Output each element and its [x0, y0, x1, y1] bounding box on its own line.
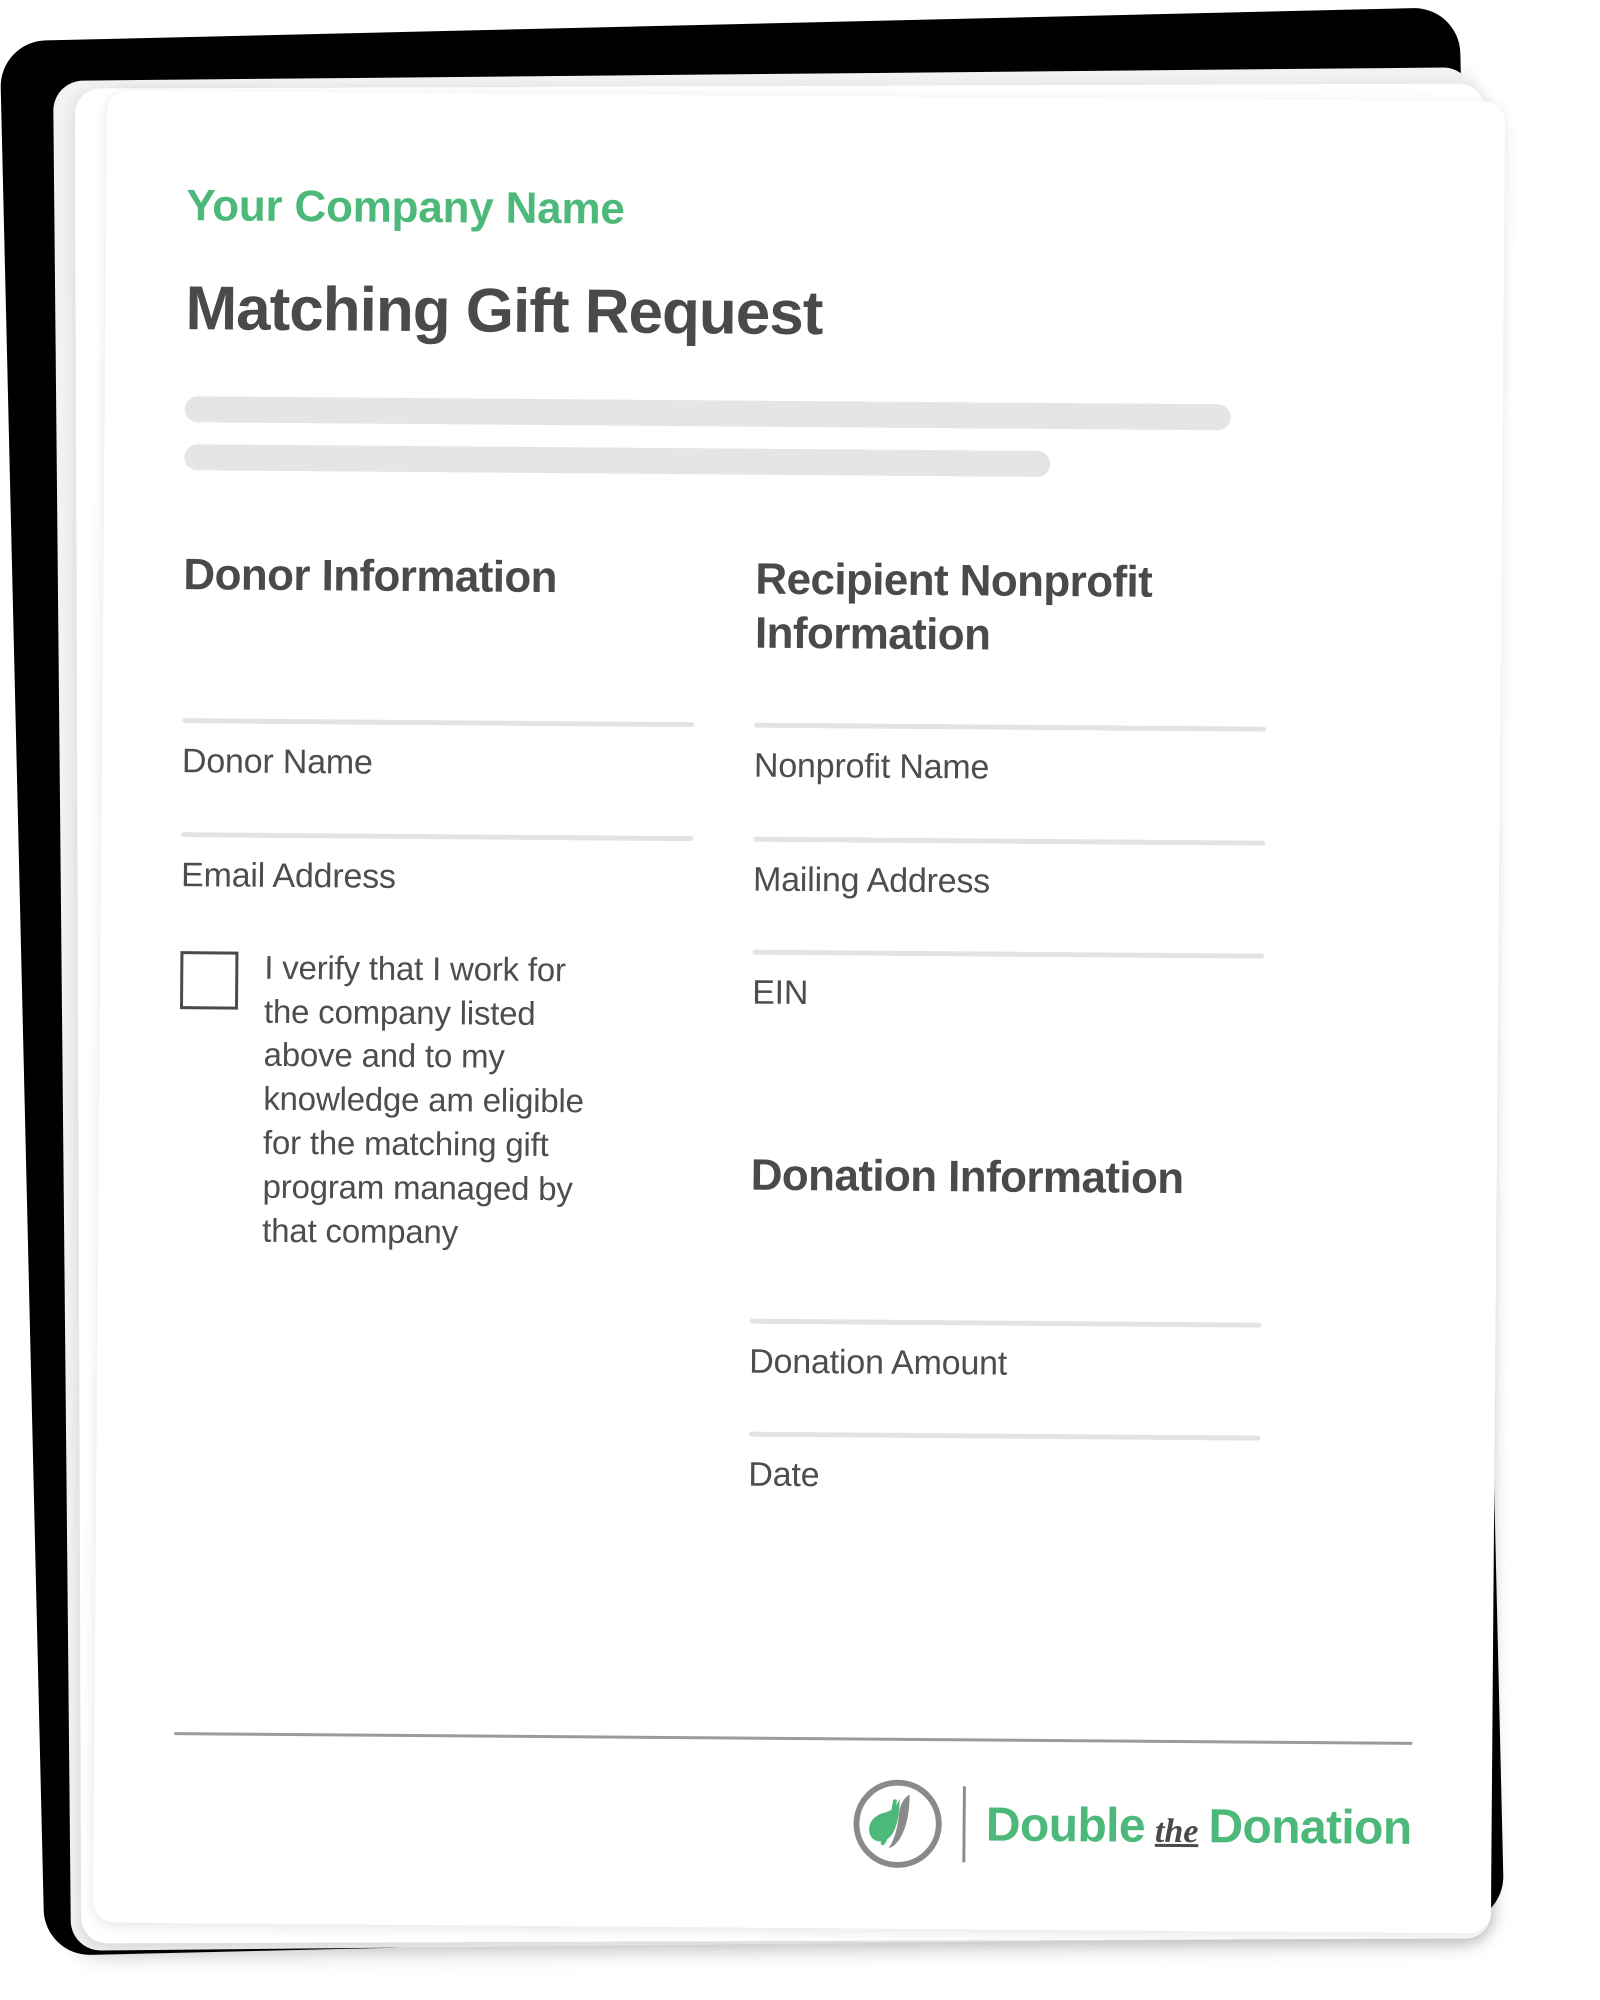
matching-gift-request-card: Your Company Name Matching Gift Request …	[92, 90, 1506, 1934]
field-label: Mailing Address	[752, 860, 991, 901]
logo-word-donation: Donation	[1208, 1799, 1412, 1855]
field-rule	[752, 949, 1265, 959]
donor-section-heading: Donor Information	[183, 550, 558, 603]
field-rule	[749, 1318, 1262, 1328]
field-mailing-address[interactable]: Mailing Address	[752, 836, 1266, 903]
field-rule	[754, 723, 1267, 733]
verification-checkbox[interactable]	[180, 950, 239, 1010]
field-label: Email Address	[180, 855, 396, 896]
logo-divider	[962, 1786, 967, 1863]
company-name: Your Company Name	[186, 181, 625, 234]
field-label: EIN	[752, 973, 809, 1012]
footer-divider	[174, 1732, 1413, 1745]
field-rule	[182, 718, 695, 728]
card-footer: Double the Donation	[173, 1732, 1413, 1877]
logo-word-double: Double	[985, 1797, 1146, 1853]
logo-wordmark: Double the Donation	[986, 1797, 1412, 1855]
field-email-address[interactable]: Email Address	[180, 831, 694, 899]
field-donor-name[interactable]: Donor Name	[181, 718, 695, 786]
field-label: Date	[748, 1455, 820, 1495]
page-stage: Your Company Name Matching Gift Request …	[0, 0, 1600, 2000]
field-label: Nonprofit Name	[753, 747, 990, 787]
field-rule	[753, 836, 1266, 846]
placeholder-bar-2	[184, 444, 1051, 478]
field-donation-amount[interactable]: Donation Amount	[749, 1318, 1262, 1385]
verification-text: I verify that I work for the company lis…	[262, 948, 584, 1251]
double-the-donation-logo: Double the Donation	[173, 1769, 1412, 1877]
field-rule	[748, 1431, 1261, 1441]
donation-section-heading: Donation Information	[750, 1150, 1184, 1203]
recipient-section-heading: Recipient Nonprofit Information	[754, 555, 1153, 660]
donor-information-column: Donor Information Donor Name Email Addre…	[176, 549, 696, 1545]
field-label: Donor Name	[181, 742, 373, 783]
logo-word-the: the	[1154, 1812, 1199, 1850]
page-title: Matching Gift Request	[185, 274, 823, 349]
card-content: Your Company Name Matching Gift Request …	[93, 91, 1505, 1934]
field-date[interactable]: Date	[748, 1431, 1261, 1498]
recipient-information-column: Recipient Nonprofit Information Nonprofi…	[748, 553, 1268, 1549]
double-the-donation-logo-icon	[849, 1774, 948, 1873]
placeholder-bar-1	[184, 396, 1231, 431]
field-rule	[181, 831, 694, 841]
form-columns: Donor Information Donor Name Email Addre…	[176, 549, 1422, 1550]
field-ein[interactable]: EIN	[752, 949, 1265, 1016]
field-nonprofit-name[interactable]: Nonprofit Name	[753, 723, 1267, 790]
verification-row[interactable]: I verify that I work for the company lis…	[178, 945, 692, 1256]
field-label: Donation Amount	[749, 1342, 1008, 1383]
